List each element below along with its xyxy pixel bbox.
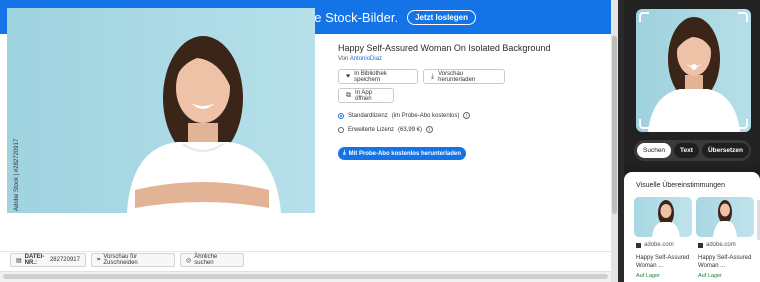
match-stock-status: Auf Lager: [636, 273, 660, 279]
match-source-label: adobe.com: [706, 242, 736, 248]
photo-title: Happy Self-Assured Woman On Isolated Bac…: [338, 43, 551, 53]
radio-selected-icon: [338, 112, 344, 119]
woman-illustration: [713, 200, 737, 237]
crop-corner-top-right[interactable]: [738, 12, 748, 22]
lens-mode-switch: Suchen Text Übersetzen: [634, 140, 751, 161]
match-caption[interactable]: Happy Self-Assured Woman ...: [636, 254, 692, 270]
standard-license-note: (im Probe-Abo kostenlos): [391, 112, 460, 119]
adobe-favicon-icon: [698, 242, 703, 248]
extended-license-radio[interactable]: Erweiterte Lizenz (63,99 €) i: [338, 126, 434, 133]
screen: Sichere dir 10 kostenlose Adobe Stock-Bi…: [0, 0, 760, 282]
start-now-button[interactable]: Jetzt loslegen: [407, 9, 476, 25]
crop-icon: ⌗: [97, 256, 101, 263]
lens-tab-translate[interactable]: Übersetzen: [701, 143, 749, 158]
open-app-icon: ⧉: [346, 91, 351, 99]
crop-corner-bottom-left[interactable]: [639, 119, 649, 129]
crop-preview-label: Vorschau für Zuschneiden: [103, 254, 138, 266]
file-icon: ▤: [16, 257, 22, 264]
camera-icon: ◎: [186, 257, 192, 264]
find-similar-label: Ähnliche suchen: [194, 254, 218, 266]
match-source-label: adobe.com: [644, 242, 674, 248]
lens-selected-image[interactable]: [636, 9, 751, 132]
info-icon[interactable]: i: [426, 126, 434, 133]
author-line: Von AntonioDiaz: [338, 56, 382, 62]
visual-matches-heading: Visuelle Übereinstimmungen: [636, 182, 725, 189]
download-preview-label: Vorschau herunterladen: [438, 70, 476, 83]
file-number-label: DATEI-NR.:: [24, 254, 45, 266]
crop-corner-bottom-right[interactable]: [738, 119, 748, 129]
match-caption[interactable]: Happy Self-Assured Woman ...: [698, 254, 754, 270]
heart-icon: ♥: [346, 73, 351, 80]
match-source[interactable]: adobe.com: [698, 242, 736, 248]
open-in-app-label: In App öffnen: [355, 89, 373, 102]
woman-illustration: [127, 36, 281, 213]
adobe-favicon-icon: [636, 242, 641, 248]
download-preview-button[interactable]: ⤓ Vorschau herunterladen: [423, 69, 505, 84]
author-prefix: Von: [338, 56, 349, 62]
stock-photo[interactable]: Adobe Stock | #282720917: [7, 8, 315, 213]
info-icon[interactable]: i: [463, 112, 471, 119]
match-thumbnail[interactable]: [696, 197, 754, 237]
find-similar-button[interactable]: ◎ Ähnliche suchen: [180, 253, 244, 267]
woman-illustration: [652, 200, 680, 237]
vertical-scroll-thumb[interactable]: [612, 36, 617, 214]
lens-tab-text[interactable]: Text: [674, 143, 699, 158]
woman-illustration: [648, 17, 740, 132]
extended-license-price: (63,99 €): [398, 126, 423, 133]
free-trial-download-button[interactable]: ⤓ Mit Probe-Abo kostenlos herunterladen: [338, 147, 466, 160]
save-to-library-label: In Bibliothek speichern: [354, 70, 387, 83]
lens-tab-search[interactable]: Suchen: [637, 143, 672, 158]
match-stock-status: Auf Lager: [698, 273, 722, 279]
crop-preview-button[interactable]: ⌗ Vorschau für Zuschneiden: [91, 253, 175, 267]
extended-license-label: Erweiterte Lizenz: [348, 126, 395, 133]
standard-license-label: Standardlizenz: [348, 112, 388, 119]
crop-corner-top-left[interactable]: [639, 12, 649, 22]
download-icon: ⤓: [431, 72, 435, 80]
open-in-app-button[interactable]: ⧉ In App öffnen: [338, 88, 394, 103]
free-trial-download-label: Mit Probe-Abo kostenlos herunterladen: [348, 150, 461, 157]
horizontal-scroll-thumb[interactable]: [3, 274, 608, 279]
photo-watermark: Adobe Stock | #282720917: [14, 138, 20, 211]
author-link[interactable]: AntonioDiaz: [350, 56, 382, 62]
match-thumbnail[interactable]: [634, 197, 692, 237]
standard-license-radio[interactable]: Standardlizenz (im Probe-Abo kostenlos) …: [338, 112, 471, 119]
radio-unselected-icon: [338, 126, 344, 133]
file-number-chip: ▤ DATEI-NR.: 282720917: [10, 253, 86, 267]
save-to-library-button[interactable]: ♥ In Bibliothek speichern: [338, 69, 418, 84]
download-icon: ⤓: [342, 150, 346, 156]
match-source[interactable]: adobe.com: [636, 242, 674, 248]
file-number-value: 282720917: [49, 257, 80, 263]
